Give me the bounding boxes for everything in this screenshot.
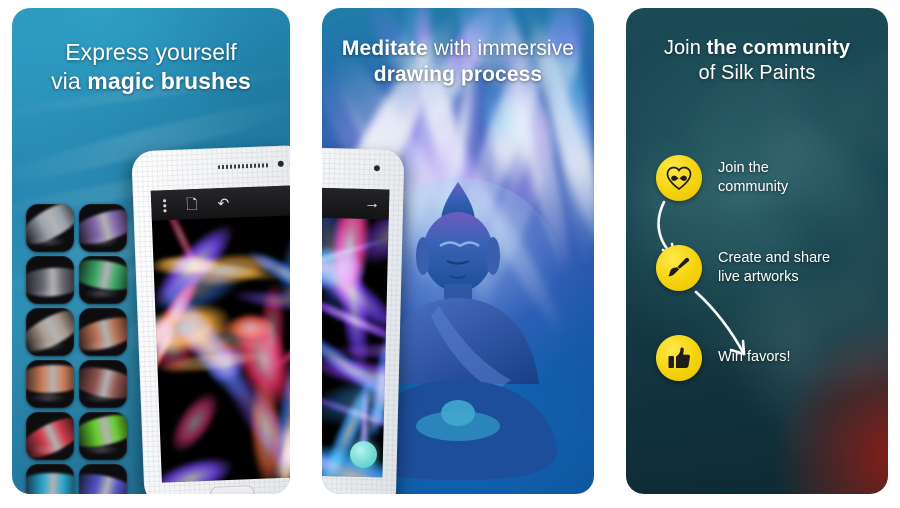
brush-thumbnail[interactable] — [79, 256, 127, 304]
feature-item-join-community[interactable]: Join the community — [656, 152, 874, 204]
undo-icon[interactable]: ↶ — [217, 195, 229, 211]
silk-artwork — [150, 184, 290, 483]
panel-community[interactable]: Join the community of Silk Paints Join t… — [626, 8, 888, 494]
app-toolbar[interactable]: 🗋 ↶ — [150, 184, 290, 221]
brush-thumbnail[interactable] — [26, 204, 74, 252]
silk-strand — [150, 449, 238, 483]
silk-strand — [161, 384, 228, 461]
color-picker-button[interactable] — [350, 441, 377, 468]
home-button[interactable] — [210, 485, 255, 494]
brush-thumbnail[interactable] — [79, 412, 127, 460]
heart-infinity-icon — [656, 155, 702, 201]
brush-thumbnail[interactable] — [26, 360, 74, 408]
panel-meditate[interactable]: Meditate with immersive drawing process … — [322, 8, 594, 494]
phone-screen-canvas[interactable]: → — [322, 186, 390, 478]
thumbs-up-icon — [656, 335, 702, 381]
document-icon[interactable]: 🗋 — [186, 196, 198, 212]
brush-thumbnail[interactable] — [26, 464, 74, 494]
silk-artwork — [322, 186, 390, 478]
feature-list: Join the community Create and share live a… — [656, 152, 874, 422]
brush-thumbnail[interactable] — [26, 412, 74, 460]
front-camera-icon — [373, 165, 381, 172]
feature-item-create-share[interactable]: Create and share live artworks — [656, 242, 874, 294]
overflow-menu-icon[interactable] — [163, 198, 167, 212]
brush-thumbnail[interactable] — [79, 360, 127, 408]
brush-thumbnail-grid[interactable] — [26, 204, 130, 494]
screenshot-stage: Express yourself via magic brushes 🗋 ↶ M… — [0, 0, 900, 508]
app-toolbar[interactable]: → — [322, 186, 390, 220]
paintbrush-icon — [656, 245, 702, 291]
phone-mockup-brushes: 🗋 ↶ — [131, 144, 290, 494]
brush-thumbnail[interactable] — [26, 308, 74, 356]
feature-item-win-favors[interactable]: Win favors! — [656, 332, 874, 384]
brush-thumbnail[interactable] — [79, 308, 127, 356]
forward-arrow-icon[interactable]: → — [364, 195, 380, 213]
panel-express-yourself[interactable]: Express yourself via magic brushes 🗋 ↶ — [12, 8, 290, 494]
brush-thumbnail[interactable] — [26, 256, 74, 304]
feature-label: Create and share live artworks — [718, 249, 831, 285]
brush-thumbnail[interactable] — [79, 204, 127, 252]
feature-label: Win favors! — [718, 349, 791, 366]
feature-label: Join the community — [718, 159, 789, 195]
phone-screen-canvas[interactable]: 🗋 ↶ — [150, 184, 290, 483]
brush-thumbnail[interactable] — [79, 464, 127, 494]
